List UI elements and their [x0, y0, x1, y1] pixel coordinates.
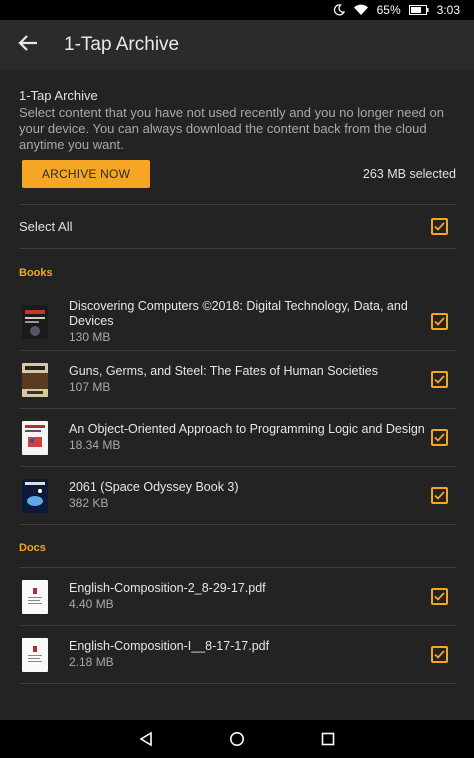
item-size: 130 MB: [69, 329, 111, 344]
select-all-label: Select All: [19, 218, 73, 234]
item-size: 382 KB: [69, 496, 109, 510]
checkbox-checked-icon: [434, 650, 445, 659]
pdf-thumbnail: [22, 637, 48, 672]
main-content: 1-Tap Archive Select content that you ha…: [0, 70, 474, 720]
item-text: English-Composition-I__8-17-17.pdf 2.18 …: [69, 639, 431, 670]
item-checkbox[interactable]: [431, 429, 448, 446]
divider: [19, 683, 456, 684]
selected-size-label: 263 MB selected: [362, 167, 456, 181]
app-bar: 1-Tap Archive: [0, 20, 474, 70]
checkbox-checked-icon: [434, 375, 445, 384]
nav-home-icon: [229, 732, 244, 746]
checkbox-checked-icon: [434, 317, 445, 326]
system-nav-bar: [0, 720, 474, 758]
item-size: 107 MB: [69, 380, 111, 394]
status-time: 3:03: [436, 3, 460, 17]
checkbox-checked-icon: [434, 433, 445, 442]
item-title: Guns, Germs, and Steel: The Fates of Hum…: [69, 364, 378, 378]
divider: [19, 524, 456, 525]
status-bar: 65% 3:03: [0, 0, 474, 20]
item-size: 2.18 MB: [69, 655, 114, 669]
select-all-checkbox[interactable]: [431, 217, 448, 235]
intro-title: 1-Tap Archive: [19, 88, 98, 103]
book-cover-thumbnail: [22, 420, 48, 455]
moon-icon: [333, 4, 345, 16]
item-text: Discovering Computers ©2018: Digital Tec…: [69, 299, 431, 345]
list-item[interactable]: Discovering Computers ©2018: Digital Tec…: [19, 293, 456, 350]
item-text: English-Composition-2_8-29-17.pdf 4.40 M…: [69, 581, 431, 612]
book-cover-thumbnail: [22, 362, 48, 397]
section-header-books: Books: [19, 267, 53, 279]
nav-home-button[interactable]: [217, 720, 257, 758]
item-size: 4.40 MB: [69, 597, 114, 611]
archive-now-button[interactable]: ARCHIVE NOW: [22, 160, 150, 188]
archive-row: ARCHIVE NOW 263 MB selected: [22, 159, 456, 189]
back-button[interactable]: [0, 20, 56, 70]
list-item[interactable]: English-Composition-2_8-29-17.pdf 4.40 M…: [19, 568, 456, 625]
intro-block: 1-Tap Archive Select content that you ha…: [19, 88, 459, 153]
battery-icon: [408, 5, 429, 15]
item-title: Discovering Computers ©2018: Digital Tec…: [69, 298, 408, 328]
divider: [19, 248, 456, 249]
wifi-icon: [353, 4, 369, 16]
battery-percent: 65%: [376, 3, 401, 17]
item-text: 2061 (Space Odyssey Book 3) 382 KB: [69, 480, 431, 511]
item-checkbox[interactable]: [431, 646, 448, 663]
nav-back-icon: [139, 731, 152, 747]
nav-recents-icon: [322, 732, 335, 746]
checkbox-checked-icon: [434, 491, 445, 500]
item-title: English-Composition-I__8-17-17.pdf: [69, 639, 270, 653]
item-title: English-Composition-2_8-29-17.pdf: [69, 581, 266, 595]
item-title: An Object-Oriented Approach to Programmi…: [69, 422, 425, 436]
book-cover-thumbnail: [22, 478, 48, 513]
checkbox-checked-icon: [434, 221, 445, 231]
page-title: 1-Tap Archive: [64, 34, 180, 55]
item-size: 18.34 MB: [69, 438, 121, 452]
item-title: 2061 (Space Odyssey Book 3): [69, 480, 239, 494]
intro-description: Select content that you have not used re…: [19, 105, 444, 152]
pdf-thumbnail: [22, 579, 48, 614]
item-checkbox[interactable]: [431, 371, 448, 388]
list-item[interactable]: Guns, Germs, and Steel: The Fates of Hum…: [19, 351, 456, 408]
item-text: Guns, Germs, and Steel: The Fates of Hum…: [69, 364, 431, 395]
nav-back-button[interactable]: [126, 720, 166, 758]
item-text: An Object-Oriented Approach to Programmi…: [69, 422, 431, 453]
checkbox-checked-icon: [434, 592, 445, 601]
list-item[interactable]: 2061 (Space Odyssey Book 3) 382 KB: [19, 467, 456, 524]
item-checkbox[interactable]: [431, 313, 448, 330]
nav-recents-button[interactable]: [308, 720, 348, 758]
item-checkbox[interactable]: [431, 588, 448, 605]
back-arrow-icon: [18, 34, 38, 57]
select-all-row[interactable]: Select All: [19, 205, 456, 247]
section-header-docs: Docs: [19, 542, 46, 554]
book-cover-thumbnail: [22, 304, 48, 339]
list-item[interactable]: English-Composition-I__8-17-17.pdf 2.18 …: [19, 626, 456, 683]
item-checkbox[interactable]: [431, 487, 448, 504]
list-item[interactable]: An Object-Oriented Approach to Programmi…: [19, 409, 456, 466]
